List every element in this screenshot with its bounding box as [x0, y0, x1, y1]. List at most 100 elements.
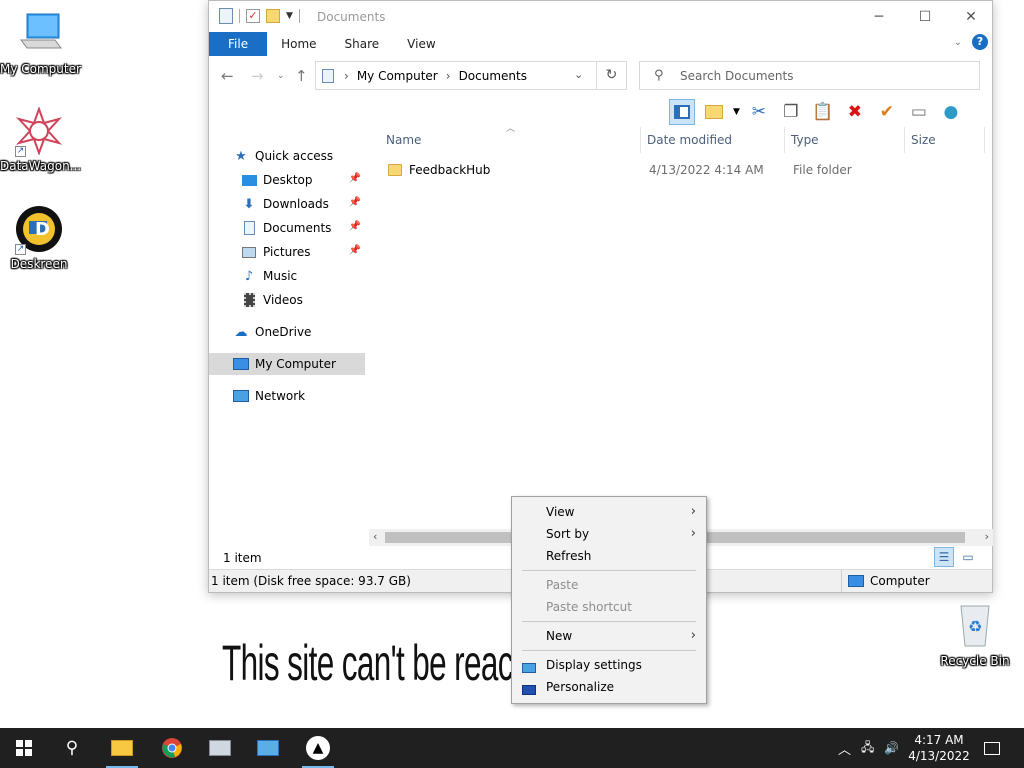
nav-onedrive[interactable]: ☁ OneDrive — [209, 321, 365, 343]
address-dropdown-icon[interactable]: ⌄ — [574, 68, 583, 81]
menu-item-display-settings[interactable]: Display settings — [512, 654, 706, 676]
refresh-button[interactable]: ↻ — [596, 61, 626, 90]
customize-dropdown-icon[interactable]: ▼ — [286, 11, 293, 21]
pin-icon[interactable]: 📌 — [349, 197, 361, 208]
tab-file[interactable]: File — [209, 32, 268, 56]
folder-icon — [111, 740, 133, 756]
menu-label: Display settings — [546, 658, 642, 672]
personalize-icon — [522, 680, 538, 695]
pin-icon[interactable]: 📌 — [349, 173, 361, 184]
taskbar-app-1[interactable] — [196, 728, 244, 768]
pin-icon[interactable]: 📌 — [349, 245, 361, 256]
column-header-name[interactable]: Name — [380, 127, 641, 153]
shortcut-arrow-icon: ↗ — [15, 244, 26, 255]
file-row[interactable]: FeedbackHub 4/13/2022 4:14 AM File folde… — [388, 161, 913, 179]
computer-icon — [15, 10, 63, 58]
nav-my-computer[interactable]: My Computer — [209, 353, 365, 375]
nav-videos[interactable]: Videos — [209, 289, 365, 311]
minimize-button[interactable]: ─ — [856, 1, 902, 32]
desktop-icon-my-computer[interactable]: My Computer — [0, 10, 81, 76]
nav-label: Quick access — [255, 149, 334, 163]
menu-label: Paste shortcut — [546, 600, 632, 614]
clock-date: 4/13/2022 — [908, 749, 970, 763]
clock[interactable]: 4:17 AM 4/13/2022 — [906, 732, 972, 764]
svg-text:D: D — [35, 219, 50, 240]
taskbar-file-explorer[interactable] — [98, 728, 146, 768]
scroll-right-icon[interactable]: › — [985, 530, 989, 543]
nav-network[interactable]: Network — [209, 385, 365, 407]
nav-documents[interactable]: Documents 📌 — [209, 217, 365, 239]
menu-label: Paste — [546, 578, 579, 592]
breadcrumb-documents[interactable]: Documents — [459, 69, 527, 83]
title-bar[interactable]: ✓ ▼ Documents ─ ☐ ✕ — [209, 1, 992, 32]
menu-item-view[interactable]: View › — [512, 501, 706, 523]
documents-location-icon — [322, 69, 334, 83]
control-panel-icon — [257, 740, 279, 756]
help-icon[interactable]: ? — [972, 34, 988, 50]
large-icons-view-icon[interactable]: ▭ — [958, 547, 978, 567]
star-icon: ★ — [235, 148, 247, 164]
menu-separator — [522, 621, 696, 622]
column-header-date[interactable]: Date modified — [641, 127, 785, 153]
pin-icon[interactable]: 📌 — [349, 221, 361, 232]
file-date: 4/13/2022 4:14 AM — [649, 163, 764, 177]
details-view-icon[interactable]: ☰ — [934, 547, 954, 567]
maximize-button[interactable]: ☐ — [902, 1, 948, 32]
up-arrow-icon[interactable]: ↑ — [295, 67, 308, 85]
svg-text:♻: ♻ — [968, 617, 982, 636]
nav-desktop[interactable]: Desktop 📌 — [209, 169, 365, 191]
breadcrumb-my-computer[interactable]: My Computer — [357, 69, 438, 83]
nav-label: My Computer — [255, 357, 336, 371]
menu-item-new[interactable]: New › — [512, 625, 706, 647]
taskbar-chrome[interactable] — [148, 728, 196, 768]
nav-label: Downloads — [263, 197, 329, 211]
notifications-button[interactable] — [982, 728, 1002, 768]
chevron-up-icon[interactable]: ︿ — [838, 739, 851, 758]
nav-quick-access[interactable]: ★ Quick access — [209, 145, 365, 167]
desktop-icon-deskreen[interactable]: D ↗ Deskreen — [0, 205, 78, 271]
search-input[interactable]: ⚲ Search Documents — [639, 61, 980, 90]
close-button[interactable]: ✕ — [948, 1, 994, 32]
recent-dropdown-icon[interactable]: ⌄ — [277, 71, 285, 81]
menu-label: Personalize — [546, 680, 615, 694]
music-note-icon: ♪ — [244, 268, 254, 284]
desktop-icon — [241, 172, 257, 188]
nav-pictures[interactable]: Pictures 📌 — [209, 241, 365, 263]
new-folder-icon[interactable] — [266, 9, 280, 23]
display-icon — [522, 658, 538, 673]
address-bar[interactable]: › My Computer › Documents ⌄ — [315, 61, 627, 90]
nav-downloads[interactable]: ⬇ Downloads 📌 — [209, 193, 365, 215]
menu-item-paste: Paste — [512, 574, 706, 596]
search-button[interactable]: ⚲ — [48, 728, 96, 768]
checkmark-icon[interactable]: ✓ — [246, 9, 260, 23]
desktop-icon-recycle-bin[interactable]: ♻ Recycle Bin — [936, 602, 1014, 668]
nav-label: Network — [255, 389, 306, 403]
column-header-size[interactable]: Size — [905, 127, 985, 153]
download-icon: ⬇ — [243, 196, 255, 212]
desktop-icon-label: DataWagon... — [0, 159, 82, 173]
back-arrow-icon[interactable]: ← — [221, 67, 234, 85]
tab-home[interactable]: Home — [267, 32, 330, 56]
properties-icon[interactable] — [219, 8, 233, 24]
network-icon[interactable]: 🖧 — [861, 738, 874, 759]
start-button[interactable] — [0, 728, 48, 768]
tab-view[interactable]: View — [393, 32, 449, 56]
clock-time: 4:17 AM — [914, 733, 964, 747]
expand-ribbon-icon[interactable]: ⌄ — [954, 37, 962, 48]
forward-arrow-icon[interactable]: → — [251, 67, 264, 85]
volume-icon[interactable]: 🔊 — [884, 741, 899, 755]
tab-share[interactable]: Share — [331, 32, 394, 56]
menu-separator — [522, 570, 696, 571]
taskbar-app-2[interactable] — [244, 728, 292, 768]
menu-item-sort-by[interactable]: Sort by › — [512, 523, 706, 545]
nav-music[interactable]: ♪ Music — [209, 265, 365, 287]
desktop-icon-datawagon[interactable]: ↗ DataWagon... — [0, 106, 82, 173]
scroll-left-icon[interactable]: ‹ — [373, 530, 377, 543]
menu-item-refresh[interactable]: Refresh — [512, 545, 706, 567]
chrome-icon — [162, 738, 182, 758]
column-header-type[interactable]: Type — [785, 127, 905, 153]
taskbar-app-3[interactable]: ▲ — [294, 728, 342, 768]
menu-item-personalize[interactable]: Personalize — [512, 676, 706, 698]
chevron-right-icon: › — [690, 526, 696, 541]
dropdown-icon[interactable]: ▼ — [733, 107, 740, 117]
